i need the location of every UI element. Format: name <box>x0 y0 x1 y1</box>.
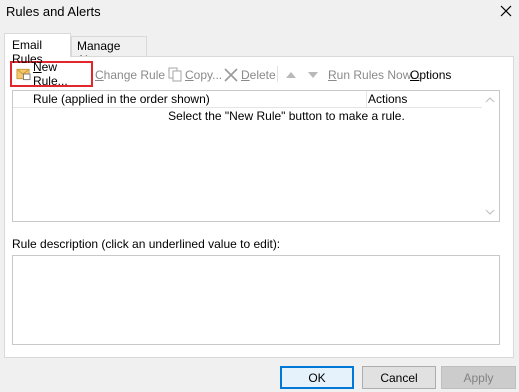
rule-description-box[interactable] <box>12 255 500 345</box>
change-rule-button[interactable]: Change Rule <box>95 64 176 85</box>
options-button[interactable]: Options <box>410 64 451 85</box>
apply-button[interactable]: Apply <box>441 366 516 389</box>
scroll-up-icon[interactable] <box>485 95 495 105</box>
tab-email-rules[interactable]: Email Rules <box>4 33 71 66</box>
tab-manage-alerts[interactable]: Manage Alerts <box>71 36 147 67</box>
close-icon <box>500 5 512 17</box>
scroll-down-icon[interactable] <box>485 207 495 217</box>
copy-icon <box>168 67 182 82</box>
arrow-down-icon <box>308 71 318 78</box>
new-rule-icon <box>16 68 31 81</box>
toolbar-separator <box>277 66 278 82</box>
empty-list-message: Select the "New Rule" button to make a r… <box>168 109 405 123</box>
delete-button[interactable]: Delete <box>224 64 276 85</box>
rules-list[interactable]: Rule (applied in the order shown) Action… <box>12 90 500 222</box>
column-header-actions[interactable]: Actions <box>367 91 483 108</box>
move-up-button[interactable] <box>286 64 296 85</box>
arrow-up-icon <box>286 71 296 78</box>
ok-button[interactable]: OK <box>280 366 354 389</box>
move-down-button[interactable] <box>308 64 318 85</box>
run-rules-now-button[interactable]: Run Rules Now... <box>328 64 421 85</box>
delete-icon <box>224 67 238 82</box>
column-header-rule[interactable]: Rule (applied in the order shown) <box>13 91 367 108</box>
cancel-button[interactable]: Cancel <box>362 366 436 389</box>
close-button[interactable] <box>493 0 519 22</box>
rule-description-label: Rule description (click an underlined va… <box>12 237 281 251</box>
vertical-scrollbar[interactable] <box>482 91 499 221</box>
copy-button[interactable]: Copy... <box>168 64 222 85</box>
dialog-title: Rules and Alerts <box>6 4 101 19</box>
